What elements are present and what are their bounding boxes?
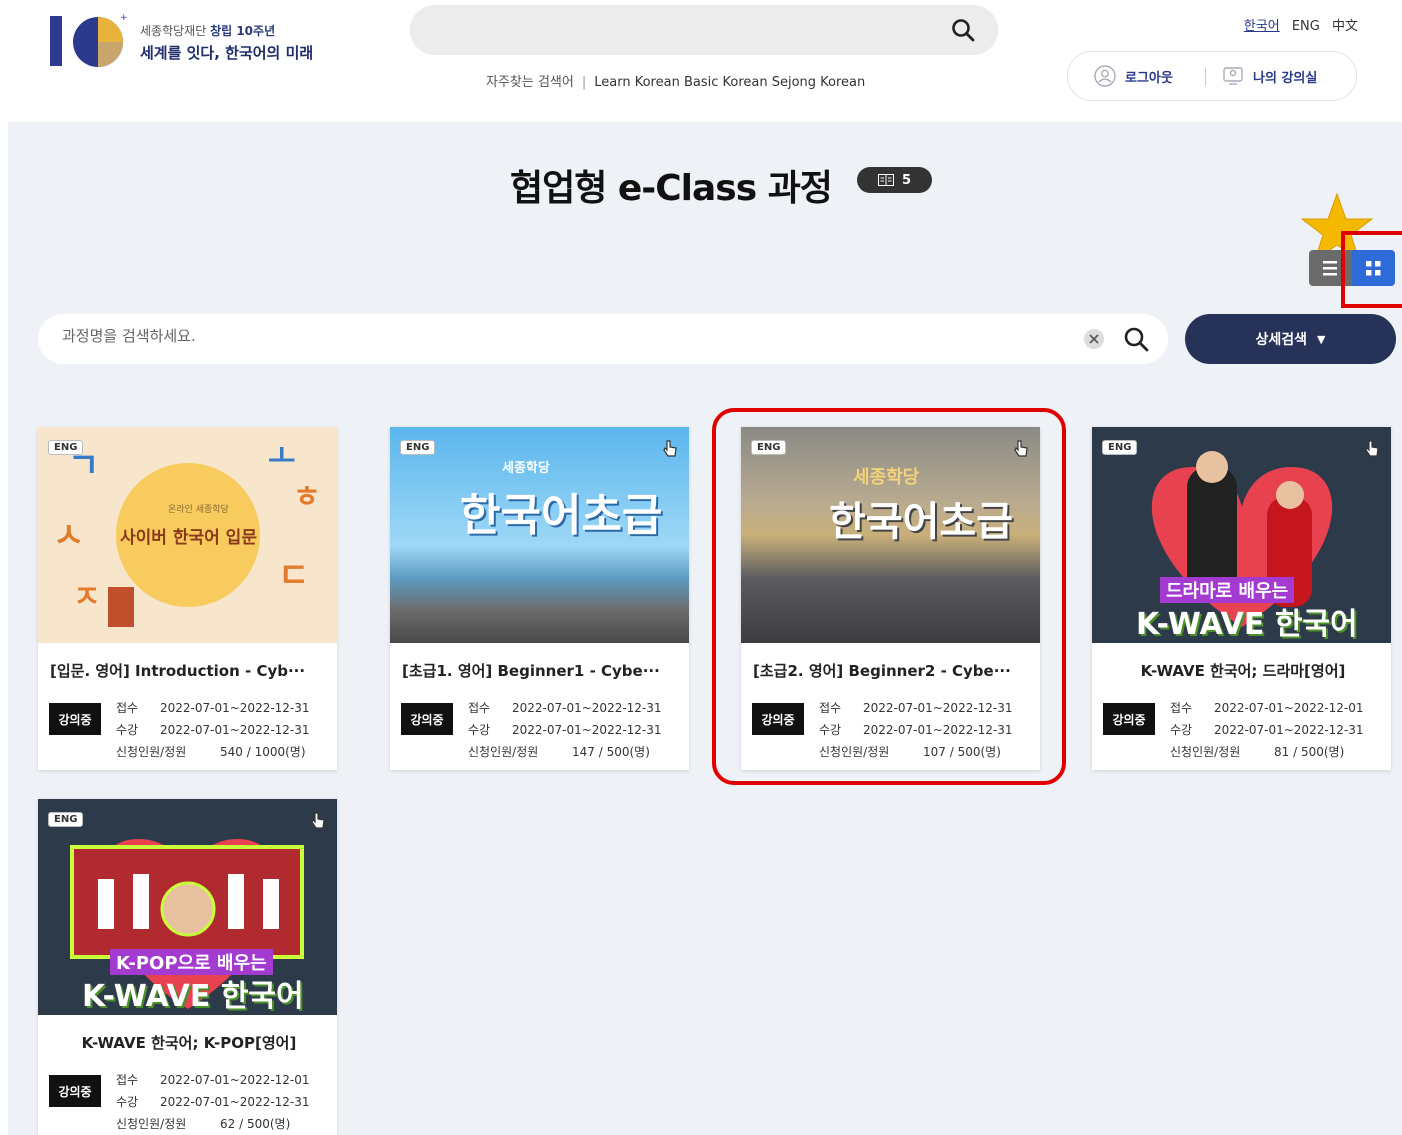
course-list-section: 협업형 e-Class 과정 5 과정명을 검색하세요. 상세검색 ▼ ㄱ ㅗ … <box>8 122 1402 1135</box>
highlight-box <box>1341 231 1402 308</box>
language-badge: ENG <box>400 440 436 455</box>
course-search-bar <box>38 314 1168 364</box>
status-badge: 강의중 <box>49 1075 101 1107</box>
course-thumbnail: 드라마로 배우는 K-WAVE 한국어 ENG <box>1092 427 1391 643</box>
page-title: 협업형 e-Class 과정 <box>510 168 833 209</box>
course-info: 접수 2022-07-01~2022-12-31 수강 2022-07-01~202… <box>116 701 310 759</box>
course-card[interactable]: K-POP으로 배우는 K-WAVE 한국어 ENG K-WAVE 한국어; K… <box>38 799 337 1135</box>
frequent-search-terms: 자주찾는 검색어 | Learn Korean Basic Korean Sejon… <box>486 75 866 90</box>
book-icon <box>877 174 894 186</box>
svg-text:ㅈ: ㅈ <box>73 580 101 615</box>
svg-text:ㅅ: ㅅ <box>53 516 84 556</box>
language-badge: ENG <box>1102 440 1138 455</box>
svg-text:온라인 세종학당: 온라인 세종학당 <box>168 504 229 515</box>
hand-pointer-icon <box>663 440 677 457</box>
search-icon[interactable] <box>950 17 976 43</box>
svg-text:ㅗ: ㅗ <box>268 440 296 475</box>
hand-pointer-icon <box>1365 440 1379 457</box>
course-info: 접수 2022-07-01~2022-12-31 수강 2022-07-01~202… <box>468 701 662 759</box>
site-logo[interactable]: + 세종학당재단 창립 10주년 세계를 잇다, 한국어의 미래 <box>48 12 348 72</box>
highlight-oval <box>712 408 1066 785</box>
course-search-input[interactable] <box>62 327 1062 345</box>
course-card[interactable]: 세종학당 한국어초급 ENG [초급1. 영어] Beginner1 - Cyb… <box>390 427 689 770</box>
course-title[interactable]: K-WAVE 한국어; K-POP[영어] <box>50 1032 328 1053</box>
hand-pointer-icon <box>311 812 325 829</box>
course-title[interactable]: [초급1. 영어] Beginner1 - Cybe··· <box>402 660 680 681</box>
lang-english[interactable]: ENG <box>1292 19 1320 34</box>
course-thumbnail: 세종학당 한국어초급 ENG <box>390 427 689 643</box>
close-icon <box>1089 334 1099 344</box>
status-badge: 강의중 <box>1103 703 1155 735</box>
status-badge: 강의중 <box>49 703 101 735</box>
svg-text:+: + <box>120 13 128 23</box>
course-info: 접수 2022-07-01~2022-12-01 수강 2022-07-01~202… <box>1170 701 1364 759</box>
logo-subtitle: 세종학당재단 창립 10주년 <box>140 24 276 38</box>
language-switcher: 한국어 ENG 中文 <box>1236 15 1358 34</box>
caret-down-icon: ▼ <box>1317 332 1326 346</box>
clear-button[interactable] <box>1084 329 1104 349</box>
user-icon <box>1094 65 1116 87</box>
svg-text:ㅎ: ㅎ <box>293 480 321 515</box>
lang-korean[interactable]: 한국어 <box>1244 19 1280 34</box>
my-classroom-button[interactable]: 나의 강의실 <box>1222 65 1317 87</box>
site-header: + 세종학당재단 창립 10주년 세계를 잇다, 한국어의 미래 자주찾는 검색… <box>0 0 1402 122</box>
course-thumbnail: K-POP으로 배우는 K-WAVE 한국어 ENG <box>38 799 337 1015</box>
course-card[interactable]: 드라마로 배우는 K-WAVE 한국어 ENG K-WAVE 한국어; 드라마[… <box>1092 427 1391 770</box>
course-count-badge: 5 <box>857 167 932 193</box>
user-menu: 로그아웃 나의 강의실 <box>1067 51 1357 101</box>
language-badge: ENG <box>48 440 84 455</box>
logo-slogan: 세계를 잇다, 한국어의 미래 <box>140 44 314 62</box>
search-icon[interactable] <box>1122 325 1150 353</box>
language-badge: ENG <box>48 812 84 827</box>
course-title[interactable]: K-WAVE 한국어; 드라마[영어] <box>1104 660 1382 681</box>
global-search-bar[interactable] <box>410 5 998 55</box>
svg-text:ㄷ: ㄷ <box>278 556 309 596</box>
course-thumbnail: ㄱ ㅗ ㅎ ㅅ ㄷ ㅈ 온라인 세종학당 사이버 한국어 입문 ENG <box>38 427 337 643</box>
course-info: 접수 2022-07-01~2022-12-01 수강 2022-07-01~202… <box>116 1073 310 1131</box>
course-title[interactable]: [입문. 영어] Introduction - Cyb··· <box>50 660 328 681</box>
lang-chinese[interactable]: 中文 <box>1332 19 1358 34</box>
10th-anniversary-logo-icon: + <box>50 13 128 67</box>
logout-button[interactable]: 로그아웃 <box>1094 65 1173 87</box>
classroom-icon <box>1223 67 1243 85</box>
divider <box>1205 68 1206 86</box>
frequent-search-links[interactable]: Learn Korean Basic Korean Sejong Korean <box>594 75 865 90</box>
course-card[interactable]: ㄱ ㅗ ㅎ ㅅ ㄷ ㅈ 온라인 세종학당 사이버 한국어 입문 ENG [입문.… <box>38 427 337 770</box>
detail-search-button[interactable]: 상세검색 ▼ <box>1185 314 1396 364</box>
status-badge: 강의중 <box>401 703 453 735</box>
